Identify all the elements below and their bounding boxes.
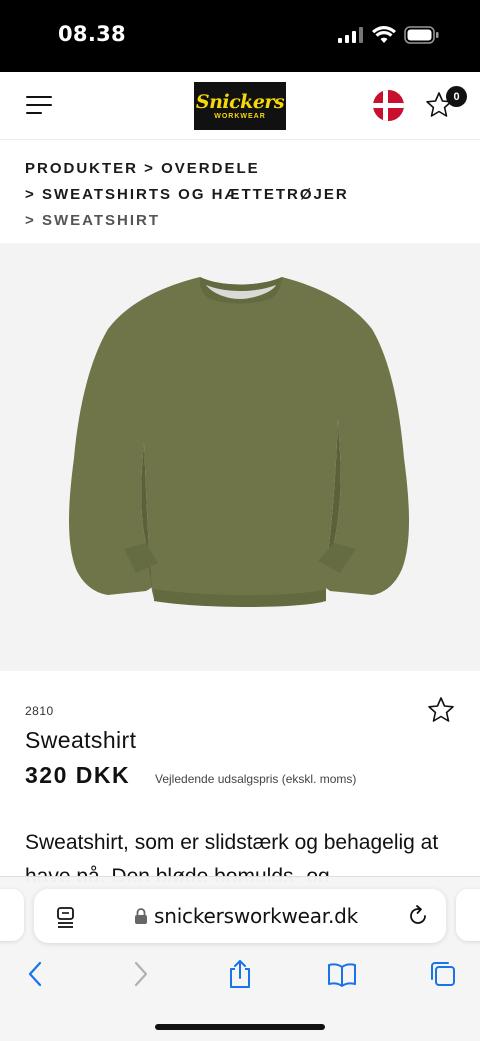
logo-subtext: WORKWEAR — [214, 113, 266, 120]
add-to-favorites-star-icon[interactable] — [426, 695, 456, 725]
breadcrumb-separator: > — [25, 212, 42, 229]
breadcrumb-link-overdele[interactable]: OVERDELE — [161, 160, 260, 177]
previous-tab-preview[interactable] — [0, 889, 24, 941]
url-text: snickersworkwear.dk — [154, 904, 359, 928]
reload-icon[interactable] — [406, 904, 430, 928]
breadcrumb-separator: > — [138, 160, 162, 177]
browser-toolbar: snickersworkwear.dk — [0, 876, 480, 1041]
favorites-count-badge: 0 — [446, 86, 467, 107]
forward-icon[interactable] — [125, 959, 155, 989]
wifi-icon — [372, 26, 396, 43]
page-menu-icon[interactable] — [54, 905, 78, 929]
status-bar: 08.38 — [0, 0, 480, 72]
battery-icon — [404, 26, 439, 44]
status-icons — [338, 26, 440, 44]
price-note: Vejledende udsalgspris (ekskl. moms) — [155, 772, 357, 786]
breadcrumb-current-sweatshirt: SWEATSHIRT — [41, 212, 160, 229]
product-description: Sweatshirt, som er slidstærk og behageli… — [25, 831, 439, 882]
status-time: 08.38 — [58, 22, 126, 46]
share-icon[interactable] — [225, 959, 255, 989]
menu-icon — [26, 96, 52, 99]
home-indicator — [155, 1024, 325, 1030]
product-title: Sweatshirt — [25, 727, 137, 753]
site-header: Snickers WORKWEAR — [0, 72, 480, 140]
breadcrumb-link-produkter[interactable]: PRODUKTER — [25, 160, 138, 177]
cellular-signal-icon — [338, 27, 363, 43]
bookmarks-icon[interactable] — [327, 959, 357, 989]
menu-button[interactable] — [26, 96, 52, 116]
denmark-flag-icon[interactable] — [373, 90, 404, 121]
tabs-icon[interactable] — [428, 959, 458, 989]
sweatshirt-image — [69, 277, 409, 607]
snickers-logo[interactable]: Snickers WORKWEAR — [194, 82, 286, 130]
breadcrumb-separator: > — [25, 186, 42, 203]
lock-icon — [135, 908, 147, 924]
address-bar[interactable]: snickersworkwear.dk — [34, 889, 446, 943]
logo-wordmark: Snickers — [195, 91, 285, 113]
next-tab-preview[interactable] — [456, 889, 480, 941]
product-price: 320 DKK — [25, 762, 131, 788]
back-icon[interactable] — [21, 959, 51, 989]
breadcrumb: PRODUKTER > OVERDELE > SWEATSHIRTS OG HÆ… — [25, 156, 465, 234]
product-image[interactable] — [0, 243, 480, 671]
breadcrumb-link-sweatshirts[interactable]: SWEATSHIRTS OG HÆTTETRØJER — [42, 186, 349, 203]
product-sku: 2810 — [25, 704, 54, 718]
